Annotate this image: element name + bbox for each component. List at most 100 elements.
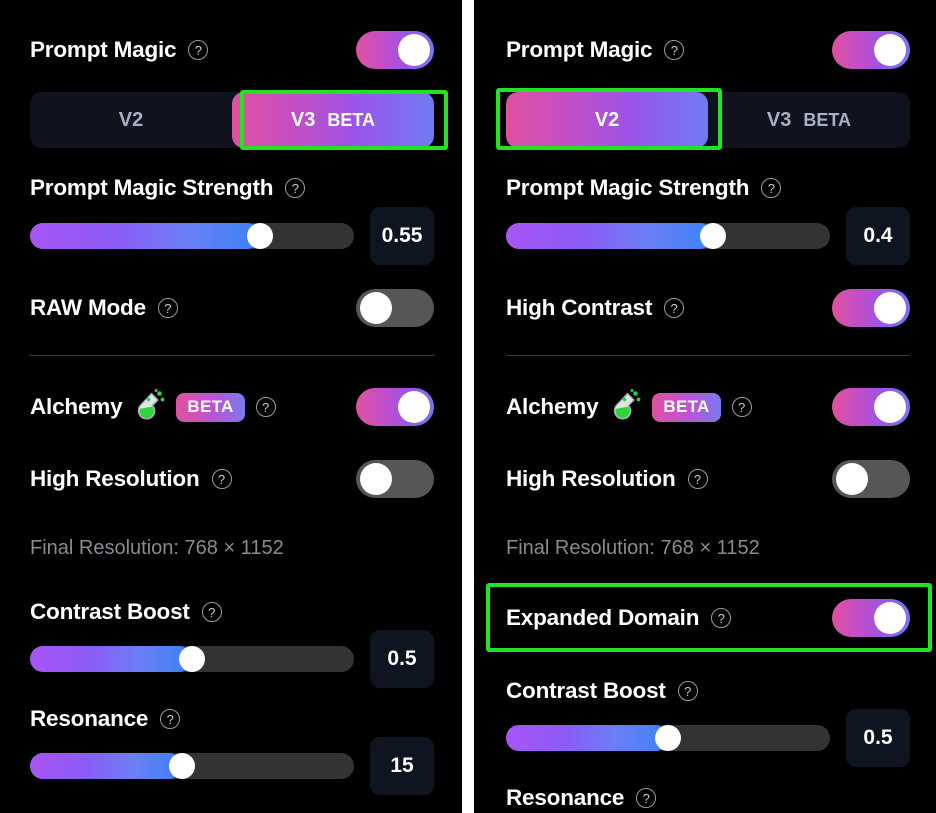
right-high-contrast-row: High Contrast ? (506, 288, 910, 328)
right-contrast-boost-slider[interactable] (506, 725, 830, 751)
right-high-resolution-toggle[interactable] (832, 460, 910, 498)
help-icon[interactable]: ? (255, 397, 276, 417)
right-prompt-magic-toggle[interactable] (832, 31, 910, 69)
right-contrast-boost-label-row: Contrast Boost ? (506, 675, 698, 707)
right-prompt-magic-strength-label-row: Prompt Magic Strength ? (506, 172, 782, 204)
right-high-contrast-label: High Contrast (506, 295, 653, 320)
help-icon[interactable]: ? (761, 178, 782, 198)
help-icon[interactable]: ? (687, 469, 708, 489)
slider-thumb[interactable] (179, 646, 205, 672)
toggle-knob (874, 391, 906, 423)
right-prompt-magic-row: Prompt Magic ? (506, 30, 910, 70)
slider-fill (506, 725, 668, 751)
help-icon[interactable]: ? (664, 40, 685, 60)
slider-fill (30, 753, 183, 779)
toggle-knob (398, 34, 430, 66)
segment-beta-label: BETA (327, 109, 376, 130)
help-icon[interactable]: ? (285, 178, 306, 198)
right-prompt-magic-strength-slider[interactable] (506, 223, 830, 249)
left-high-resolution-toggle[interactable] (356, 460, 434, 498)
left-final-resolution: Final Resolution: 768 × 1152 (30, 537, 284, 560)
left-alchemy-beta-badge: BETA (176, 392, 245, 422)
left-section-divider (30, 355, 434, 356)
right-high-resolution-row: High Resolution ? (506, 459, 910, 499)
help-icon[interactable]: ? (711, 608, 732, 628)
help-icon[interactable]: ? (160, 709, 181, 729)
flask-icon (138, 388, 165, 420)
left-high-resolution-label: High Resolution (30, 466, 200, 491)
right-segment-v3[interactable]: V3 BETA (708, 92, 910, 148)
right-version-selector: V2 V3 BETA (506, 92, 910, 148)
help-icon[interactable]: ? (211, 469, 232, 489)
left-raw-mode-row: RAW Mode ? (30, 288, 434, 328)
right-final-resolution: Final Resolution: 768 × 1152 (506, 537, 760, 560)
right-alchemy-row: Alchemy BETA ? (506, 387, 910, 427)
left-resonance-slider[interactable] (30, 753, 354, 779)
panel-separator (462, 0, 474, 813)
comparison-screenshot: Prompt Magic ? V2 V3 BETA Prompt Magic S… (0, 0, 936, 813)
left-high-resolution-row: High Resolution ? (30, 459, 434, 499)
right-alchemy-label: Alchemy (506, 394, 599, 419)
help-icon[interactable]: ? (188, 40, 209, 60)
left-prompt-magic-strength-value[interactable]: 0.55 (370, 207, 434, 265)
left-settings-panel: Prompt Magic ? V2 V3 BETA Prompt Magic S… (0, 0, 462, 813)
right-high-resolution-label: High Resolution (506, 466, 676, 491)
help-icon[interactable]: ? (636, 788, 657, 808)
left-alchemy-row: Alchemy BETA ? (30, 387, 434, 427)
slider-thumb[interactable] (655, 725, 681, 751)
segmented-control: V2 V3 BETA (506, 92, 910, 148)
left-prompt-magic-strength-slider[interactable] (30, 223, 354, 249)
left-contrast-boost-label: Contrast Boost (30, 599, 190, 624)
right-final-resolution-text: Final Resolution: 768 × 1152 (506, 537, 760, 559)
left-segment-v2[interactable]: V2 (30, 92, 232, 148)
left-contrast-boost-label-row: Contrast Boost ? (30, 596, 222, 628)
left-resonance-value[interactable]: 15 (370, 737, 434, 795)
toggle-knob (874, 292, 906, 324)
left-contrast-boost-slider[interactable] (30, 646, 354, 672)
left-prompt-magic-toggle[interactable] (356, 31, 434, 69)
toggle-knob (836, 463, 868, 495)
right-section-divider (506, 355, 910, 356)
segmented-control: V2 V3 BETA (30, 92, 434, 148)
right-expanded-domain-label: Expanded Domain (506, 605, 700, 630)
help-icon[interactable]: ? (677, 681, 698, 701)
slider-thumb[interactable] (700, 223, 727, 249)
slider-thumb[interactable] (247, 223, 274, 249)
toggle-knob (360, 463, 392, 495)
toggle-knob (360, 292, 392, 324)
right-high-contrast-toggle[interactable] (832, 289, 910, 327)
right-alchemy-beta-badge: BETA (652, 392, 721, 422)
help-icon[interactable]: ? (157, 298, 178, 318)
toggle-knob (398, 391, 430, 423)
left-segment-v3[interactable]: V3 BETA (232, 92, 434, 148)
right-prompt-magic-strength-label: Prompt Magic Strength (506, 175, 750, 200)
slider-thumb[interactable] (169, 753, 196, 779)
right-alchemy-toggle[interactable] (832, 388, 910, 426)
segment-beta-label: BETA (803, 109, 852, 130)
left-prompt-magic-strength-label: Prompt Magic Strength (30, 175, 274, 200)
right-expanded-domain-toggle[interactable] (832, 599, 910, 637)
left-resonance-label: Resonance (30, 706, 149, 731)
left-resonance-label-row: Resonance ? (30, 703, 181, 735)
left-alchemy-toggle[interactable] (356, 388, 434, 426)
slider-fill (30, 223, 261, 249)
left-prompt-magic-strength-slider-row: 0.55 (30, 207, 434, 265)
left-raw-mode-toggle[interactable] (356, 289, 434, 327)
help-icon[interactable]: ? (201, 602, 222, 622)
left-version-selector: V2 V3 BETA (30, 92, 434, 148)
right-segment-v2[interactable]: V2 (506, 92, 708, 148)
right-prompt-magic-strength-slider-row: 0.4 (506, 207, 910, 265)
right-contrast-boost-value[interactable]: 0.5 (846, 709, 910, 767)
help-icon[interactable]: ? (664, 298, 685, 318)
left-prompt-magic-label: Prompt Magic (30, 37, 177, 62)
right-settings-panel: Prompt Magic ? V2 V3 BETA Prompt Magic S… (474, 0, 936, 813)
right-resonance-label: Resonance (506, 785, 625, 810)
left-raw-mode-label: RAW Mode (30, 295, 146, 320)
left-prompt-magic-row: Prompt Magic ? (30, 30, 434, 70)
left-contrast-boost-value[interactable]: 0.5 (370, 630, 434, 688)
left-resonance-slider-row: 15 (30, 737, 434, 795)
slider-fill (506, 223, 714, 249)
right-prompt-magic-strength-value[interactable]: 0.4 (846, 207, 910, 265)
help-icon[interactable]: ? (731, 397, 752, 417)
flask-icon (614, 388, 641, 420)
